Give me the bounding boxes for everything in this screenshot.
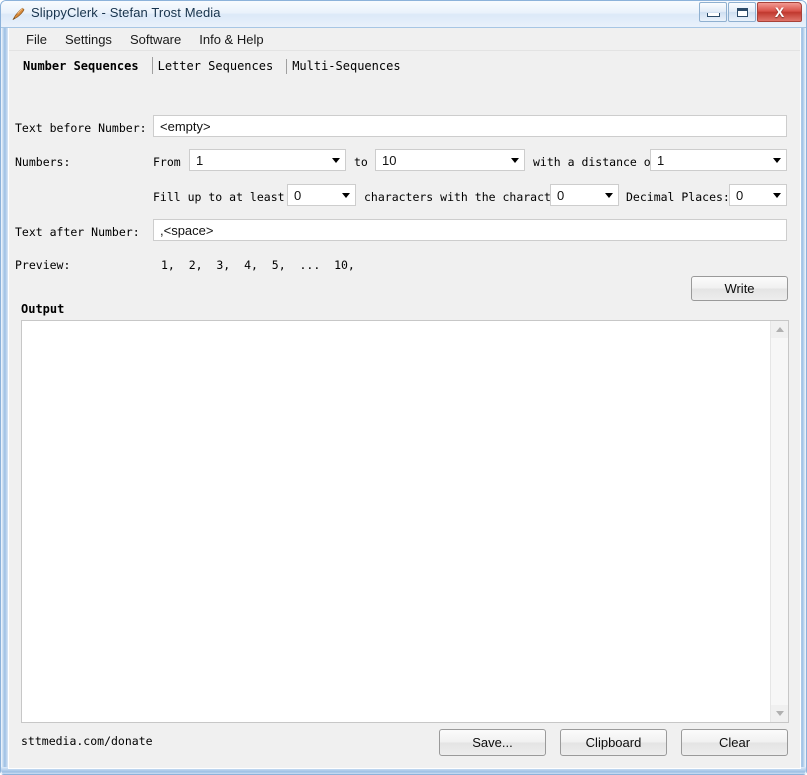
chevron-down-icon[interactable] [768, 185, 786, 205]
write-button[interactable]: Write [691, 276, 788, 301]
clipboard-button[interactable]: Clipboard [560, 729, 667, 756]
characters-with-label: characters with the character [364, 190, 565, 204]
maximize-button[interactable] [728, 2, 756, 22]
distance-label: with a distance of [533, 155, 658, 169]
triangle-down-icon[interactable] [771, 705, 788, 722]
preview-value: 1, 2, 3, 4, 5, ... 10, [161, 258, 355, 272]
from-combobox[interactable]: 1 [189, 149, 346, 171]
text-before-number-value: <empty> [160, 118, 211, 134]
text-after-number-label: Text after Number: [15, 225, 140, 239]
distance-value: 1 [657, 152, 665, 168]
footer-buttons: Save... Clipboard Clear [439, 729, 788, 756]
chevron-down-icon[interactable] [600, 185, 618, 205]
menu-item-settings[interactable]: Settings [56, 30, 121, 49]
to-combobox[interactable]: 10 [375, 149, 525, 171]
from-value: 1 [196, 152, 204, 168]
tab-strip: Number Sequences Letter Sequences Multi-… [9, 51, 800, 78]
save-button[interactable]: Save... [439, 729, 546, 756]
output-section-header: Output [21, 302, 65, 316]
client-area: File Settings Software Info & Help Numbe… [8, 28, 801, 769]
window-controls: X [698, 2, 802, 22]
distance-combobox[interactable]: 1 [650, 149, 787, 171]
decimal-places-label: Decimal Places: [626, 190, 730, 204]
output-panel [21, 320, 789, 723]
menu-item-info-help[interactable]: Info & Help [190, 30, 272, 49]
scrollbar-track[interactable] [771, 338, 788, 705]
menu-item-file[interactable]: File [17, 30, 56, 49]
minimize-icon [706, 12, 720, 17]
tab-letter-sequences[interactable]: Letter Sequences [153, 56, 287, 78]
numbers-label: Numbers: [15, 155, 71, 169]
number-sequence-form: Text before Number: <empty> Numbers: Fro… [9, 78, 800, 301]
maximize-icon [736, 7, 748, 17]
chevron-down-icon[interactable] [768, 150, 786, 170]
decimal-places-value: 0 [736, 187, 744, 203]
menu-bar: File Settings Software Info & Help [9, 28, 800, 51]
fill-up-label: Fill up to at least [153, 190, 285, 204]
fill-character-combobox[interactable]: 0 [550, 184, 619, 206]
fill-up-combobox[interactable]: 0 [287, 184, 356, 206]
application-window: SlippyClerk - Stefan Trost Media X File … [0, 0, 807, 775]
chevron-down-icon[interactable] [337, 185, 355, 205]
text-after-number-value: ,<space> [160, 222, 214, 238]
tab-multi-sequences[interactable]: Multi-Sequences [287, 56, 413, 78]
close-button[interactable]: X [757, 2, 802, 22]
to-label: to [354, 155, 368, 169]
chevron-down-icon[interactable] [506, 150, 524, 170]
output-scrollbar[interactable] [770, 321, 788, 722]
fill-up-value: 0 [294, 187, 302, 203]
chevron-down-icon[interactable] [327, 150, 345, 170]
tab-number-sequences[interactable]: Number Sequences [18, 56, 152, 78]
preview-label: Preview: [15, 258, 71, 272]
clear-button[interactable]: Clear [681, 729, 788, 756]
minimize-button[interactable] [699, 2, 727, 22]
text-before-number-label: Text before Number: [15, 121, 147, 135]
donate-link[interactable]: sttmedia.com/donate [21, 734, 153, 748]
window-frame-left [1, 28, 8, 774]
from-label: From [153, 155, 181, 169]
text-before-number-input[interactable]: <empty> [153, 115, 787, 137]
window-title: SlippyClerk - Stefan Trost Media [31, 5, 221, 20]
title-bar: SlippyClerk - Stefan Trost Media X [1, 1, 806, 28]
close-icon: X [774, 4, 785, 20]
triangle-up-icon[interactable] [771, 321, 788, 338]
decimal-places-combobox[interactable]: 0 [729, 184, 787, 206]
text-after-number-input[interactable]: ,<space> [153, 219, 787, 241]
menu-item-software[interactable]: Software [121, 30, 190, 49]
pen-icon [9, 6, 26, 23]
fill-character-value: 0 [557, 187, 565, 203]
to-value: 10 [382, 152, 397, 168]
output-textarea[interactable] [22, 321, 770, 722]
